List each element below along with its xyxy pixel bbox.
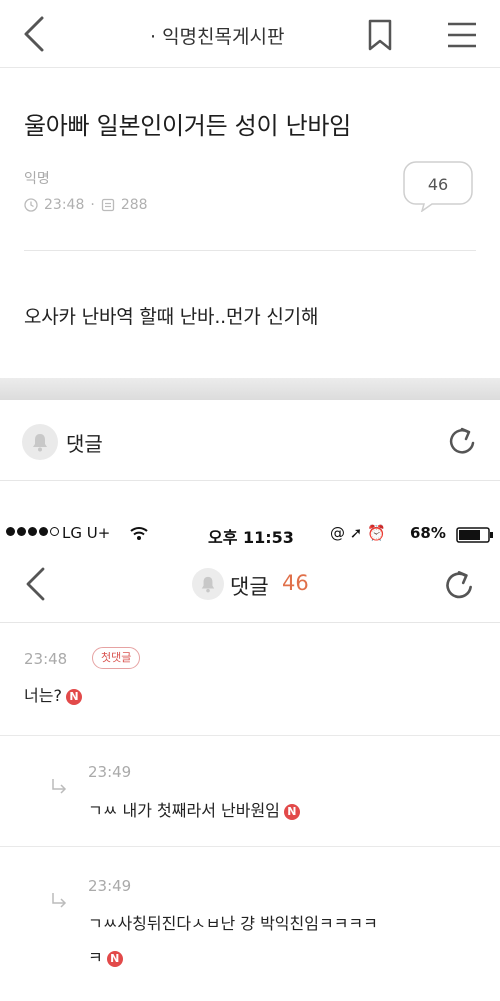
bell-icon xyxy=(33,434,47,452)
hamburger-menu-icon[interactable] xyxy=(446,20,478,50)
post-meta: 23:48 · 288 xyxy=(24,197,148,213)
comment-body: 너는? xyxy=(24,686,62,705)
back-arrow-icon[interactable] xyxy=(22,564,48,604)
carrier-name: LG U+ xyxy=(62,524,111,542)
battery-percentage: 68% xyxy=(410,524,446,542)
meta-separator: · xyxy=(90,197,95,213)
reply-arrow-icon xyxy=(52,779,67,794)
comment-text: ㄱㅆ 내가 첫째라서 난바원임 N xyxy=(88,797,300,821)
comment-time: 23:49 xyxy=(88,877,132,895)
post-views: 288 xyxy=(120,197,148,213)
bell-icon xyxy=(201,576,215,593)
new-badge: N xyxy=(283,803,300,820)
new-badge: N xyxy=(106,950,123,967)
divider xyxy=(0,480,500,481)
wifi-icon xyxy=(130,527,148,540)
comments-title: 댓글 xyxy=(230,575,269,599)
post-author: 익명 xyxy=(24,171,50,187)
refresh-icon[interactable] xyxy=(440,566,478,604)
divider xyxy=(0,622,500,623)
signal-strength-icon xyxy=(6,527,59,536)
comment-body: ㅋ xyxy=(88,948,103,967)
refresh-icon[interactable] xyxy=(444,423,480,459)
status-clock: 오후 11:53 xyxy=(208,528,294,547)
post-body: 오사카 난바역 할때 난바..먼가 신기해 xyxy=(24,306,319,328)
first-comment-badge: 첫댓글 xyxy=(92,647,141,669)
views-icon xyxy=(101,198,114,212)
new-badge: N xyxy=(65,688,82,705)
comment-time: 23:49 xyxy=(88,763,132,781)
board-title: · 익명친목게시판 xyxy=(150,26,285,48)
comment-body: ㄱㅆ 내가 첫째라서 난바원임 xyxy=(88,801,280,820)
divider xyxy=(0,846,500,847)
battery-icon xyxy=(456,527,493,543)
bookmark-icon[interactable] xyxy=(366,18,394,52)
comment-text-line2: ㅋN xyxy=(88,944,123,968)
divider xyxy=(0,735,500,736)
comment-time: 23:48 xyxy=(24,650,68,668)
post-time: 23:48 xyxy=(44,197,85,213)
section-separator xyxy=(0,378,500,400)
comment-text: 너는? N xyxy=(24,682,82,706)
back-arrow-icon[interactable] xyxy=(18,14,48,54)
comments-count: 46 xyxy=(282,571,309,595)
reply-arrow-icon xyxy=(52,893,67,908)
comment-section-label: 댓글 xyxy=(66,432,103,456)
comment-bubble-count: 46 xyxy=(427,175,449,194)
clock-icon xyxy=(24,198,38,212)
comment-text-line1: ㄱㅆ사칭뒤진다ㅅㅂ난 걍 박익친임ㅋㅋㅋㅋ xyxy=(88,914,378,933)
status-icons: @ ➚ ⏰ xyxy=(330,524,386,542)
divider xyxy=(24,250,476,251)
post-title: 울아빠 일본인이거든 성이 난바임 xyxy=(24,112,351,140)
